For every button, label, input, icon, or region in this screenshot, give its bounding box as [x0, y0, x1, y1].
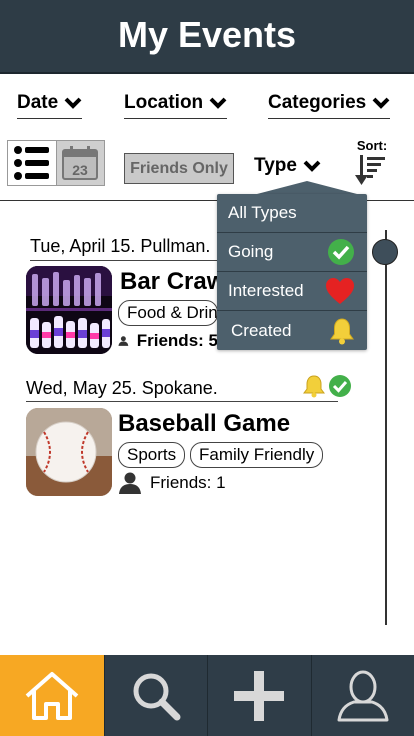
event-friends: Friends: 1: [118, 472, 226, 494]
event-image: [26, 408, 112, 496]
calendar-icon: 23: [62, 146, 99, 180]
chevron-down-icon: [303, 160, 321, 172]
categories-filter[interactable]: Categories: [268, 92, 391, 119]
nav-search[interactable]: [103, 655, 207, 736]
heart-icon: [326, 278, 354, 304]
person-icon: [118, 336, 129, 346]
bar-bottles-image: [26, 266, 112, 354]
event-date: Tue, April 15. Pullman.: [30, 236, 211, 256]
nav-profile[interactable]: [310, 655, 414, 736]
nav-home[interactable]: [0, 655, 104, 736]
type-dropdown-menu: All Types Going Interested Created: [217, 194, 367, 350]
type-option-label: Going: [228, 242, 274, 261]
friends-only-toggle[interactable]: Friends Only: [124, 153, 234, 184]
profile-icon: [337, 670, 389, 721]
event-friends: Friends: 5: [118, 330, 218, 352]
app-header: My Events: [0, 0, 414, 74]
event-tag[interactable]: Family Friendly: [190, 442, 324, 468]
chevron-down-icon: [64, 97, 82, 109]
list-icon: [13, 146, 49, 180]
sort-descending-icon: [355, 155, 385, 185]
timeline-handle[interactable]: [372, 239, 398, 265]
event-tag[interactable]: Food & Drink: [118, 300, 218, 326]
event-date: Wed, May 25. Spokane.: [26, 378, 218, 398]
bottom-nav: [0, 655, 414, 736]
page-title: My Events: [117, 14, 297, 55]
calendar-day-number: 23: [73, 162, 89, 178]
add-icon: [234, 670, 285, 721]
person-icon: [119, 472, 141, 494]
type-option-all[interactable]: All Types: [217, 194, 367, 233]
type-filter[interactable]: Type: [254, 155, 321, 177]
sort-button[interactable]: Sort:: [352, 138, 392, 192]
timeline-track[interactable]: [385, 230, 387, 625]
dropdown-pointer: [257, 181, 357, 194]
type-option-label: Interested: [228, 281, 304, 300]
calendar-view-button[interactable]: 23: [55, 141, 104, 185]
list-view-button[interactable]: [8, 141, 56, 185]
check-circle-icon: [328, 239, 354, 265]
type-option-interested[interactable]: Interested: [217, 272, 367, 311]
date-underline: [30, 260, 220, 261]
home-icon: [25, 671, 79, 720]
check-circle-icon: [329, 375, 351, 397]
sort-label: Sort:: [356, 138, 388, 153]
location-filter[interactable]: Location: [124, 92, 228, 119]
event-card[interactable]: Wed, May 25. Spokane. Baseball Game Spor…: [0, 375, 370, 500]
chevron-down-icon: [372, 97, 390, 109]
event-image: [26, 266, 112, 354]
location-filter-label: Location: [124, 92, 204, 113]
event-title: Baseball Game: [118, 410, 291, 437]
friends-count: Friends: 5: [136, 331, 218, 350]
event-tag[interactable]: Sports: [118, 442, 186, 468]
chevron-down-icon: [209, 97, 227, 109]
baseball-image: [26, 408, 112, 496]
view-toggle: 23: [7, 140, 105, 186]
date-filter[interactable]: Date: [17, 92, 83, 119]
nav-add[interactable]: [207, 655, 311, 736]
friends-count: Friends: 1: [150, 473, 226, 492]
date-filter-label: Date: [17, 92, 59, 113]
search-icon: [133, 673, 181, 720]
type-option-going[interactable]: Going: [217, 233, 367, 272]
categories-filter-label: Categories: [268, 92, 367, 113]
event-title: Bar Crawl: [120, 268, 220, 295]
type-filter-label: Type: [254, 155, 297, 176]
date-underline: [26, 401, 338, 402]
type-option-label: All Types: [228, 203, 297, 222]
type-option-label: Created: [231, 320, 292, 340]
type-option-created[interactable]: Created: [217, 311, 367, 350]
bell-icon: [303, 375, 325, 398]
bell-icon: [330, 317, 354, 344]
